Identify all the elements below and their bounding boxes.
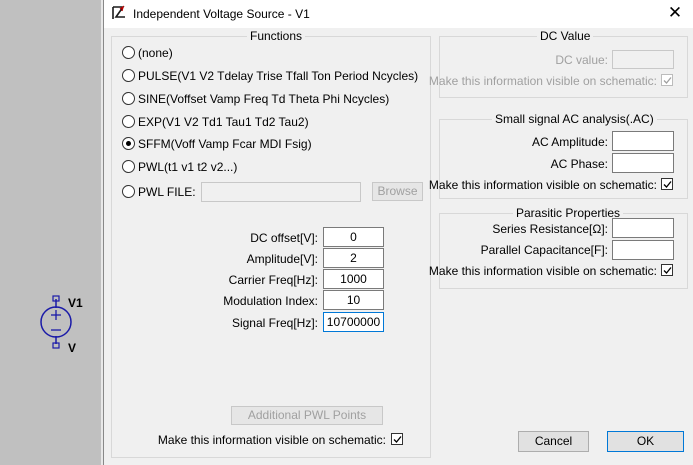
radio-sffm[interactable] bbox=[122, 137, 135, 150]
signal-freq-input[interactable]: 10700000 bbox=[323, 312, 384, 332]
amplitude-label: Amplitude[V]: bbox=[246, 252, 318, 266]
series-resistance-input[interactable] bbox=[612, 218, 674, 238]
radio-none-label[interactable]: (none) bbox=[138, 46, 173, 60]
radio-pwl[interactable] bbox=[122, 160, 135, 173]
component-value: V bbox=[68, 341, 77, 355]
functions-visible-label: Make this information visible on schemat… bbox=[157, 433, 386, 447]
radio-pwl-file-label[interactable]: PWL FILE: bbox=[138, 185, 196, 199]
radio-sffm-label[interactable]: SFFM(Voff Vamp Fcar MDI Fsig) bbox=[138, 137, 312, 151]
radio-exp-label[interactable]: EXP(V1 V2 Td1 Tau1 Td2 Tau2) bbox=[138, 115, 309, 129]
window-title: Independent Voltage Source - V1 bbox=[133, 7, 310, 21]
ac-amplitude-input[interactable] bbox=[612, 131, 674, 151]
dc-offset-input[interactable]: 0 bbox=[323, 227, 384, 247]
component-name: V1 bbox=[68, 296, 83, 310]
dialog-window: Independent Voltage Source - V1 ✕ Functi… bbox=[103, 0, 693, 465]
ac-analysis-title: Small signal AC analysis(.AC) bbox=[492, 112, 657, 126]
dc-offset-label: DC offset[V]: bbox=[250, 231, 318, 245]
parasitic-visible-checkbox[interactable] bbox=[661, 264, 673, 276]
dc-visible-label: Make this information visible on schemat… bbox=[428, 74, 657, 88]
parasitic-title: Parasitic Properties bbox=[513, 206, 624, 220]
series-resistance-label: Series Resistance[Ω]: bbox=[492, 222, 608, 236]
dc-value-title: DC Value bbox=[537, 29, 594, 43]
dc-value-label: DC value: bbox=[555, 53, 608, 67]
radio-pulse[interactable] bbox=[122, 69, 135, 82]
modulation-index-label: Modulation Index: bbox=[223, 294, 318, 308]
check-icon bbox=[663, 267, 672, 274]
radio-pwl-label[interactable]: PWL(t1 v1 t2 v2...) bbox=[138, 160, 237, 174]
signal-freq-label: Signal Freq[Hz]: bbox=[231, 316, 318, 330]
radio-sine[interactable] bbox=[122, 92, 135, 105]
ac-phase-label: AC Phase: bbox=[550, 157, 608, 171]
ac-phase-input[interactable] bbox=[612, 153, 674, 173]
title-bar: Independent Voltage Source - V1 ✕ bbox=[104, 0, 693, 28]
ac-amplitude-label: AC Amplitude: bbox=[531, 135, 608, 149]
ac-visible-label: Make this information visible on schemat… bbox=[428, 178, 657, 192]
ok-button[interactable]: OK bbox=[607, 431, 684, 452]
radio-pulse-label[interactable]: PULSE(V1 V2 Tdelay Trise Tfall Ton Perio… bbox=[138, 69, 418, 83]
modulation-index-input[interactable]: 10 bbox=[323, 290, 384, 310]
pwl-file-field[interactable] bbox=[201, 182, 361, 202]
close-icon[interactable]: ✕ bbox=[664, 2, 686, 24]
cancel-button[interactable]: Cancel bbox=[518, 431, 589, 452]
amplitude-input[interactable]: 2 bbox=[323, 248, 384, 268]
radio-exp[interactable] bbox=[122, 115, 135, 128]
functions-title: Functions bbox=[247, 29, 306, 43]
radio-pwl-file[interactable] bbox=[122, 185, 135, 198]
dc-value-input[interactable] bbox=[612, 50, 674, 69]
radio-sine-label[interactable]: SINE(Voffset Vamp Freq Td Theta Phi Ncyc… bbox=[138, 92, 389, 106]
parasitic-visible-label: Make this information visible on schemat… bbox=[428, 264, 657, 278]
check-icon bbox=[393, 436, 402, 443]
parallel-capacitance-input[interactable] bbox=[612, 240, 674, 260]
additional-pwl-points-button[interactable]: Additional PWL Points bbox=[231, 406, 383, 425]
check-icon bbox=[663, 181, 672, 188]
browse-button[interactable]: Browse bbox=[372, 182, 423, 201]
app-icon bbox=[112, 5, 125, 19]
parallel-capacitance-label: Parallel Capacitance[F]: bbox=[480, 243, 608, 257]
schematic-canvas[interactable]: V1 V bbox=[0, 0, 103, 465]
functions-visible-checkbox[interactable] bbox=[391, 433, 403, 445]
ac-visible-checkbox[interactable] bbox=[661, 178, 673, 190]
radio-none[interactable] bbox=[122, 46, 135, 59]
check-icon bbox=[663, 77, 672, 84]
carrier-freq-label: Carrier Freq[Hz]: bbox=[228, 273, 318, 287]
carrier-freq-input[interactable]: 1000 bbox=[323, 269, 384, 289]
dc-visible-checkbox[interactable] bbox=[661, 74, 673, 86]
